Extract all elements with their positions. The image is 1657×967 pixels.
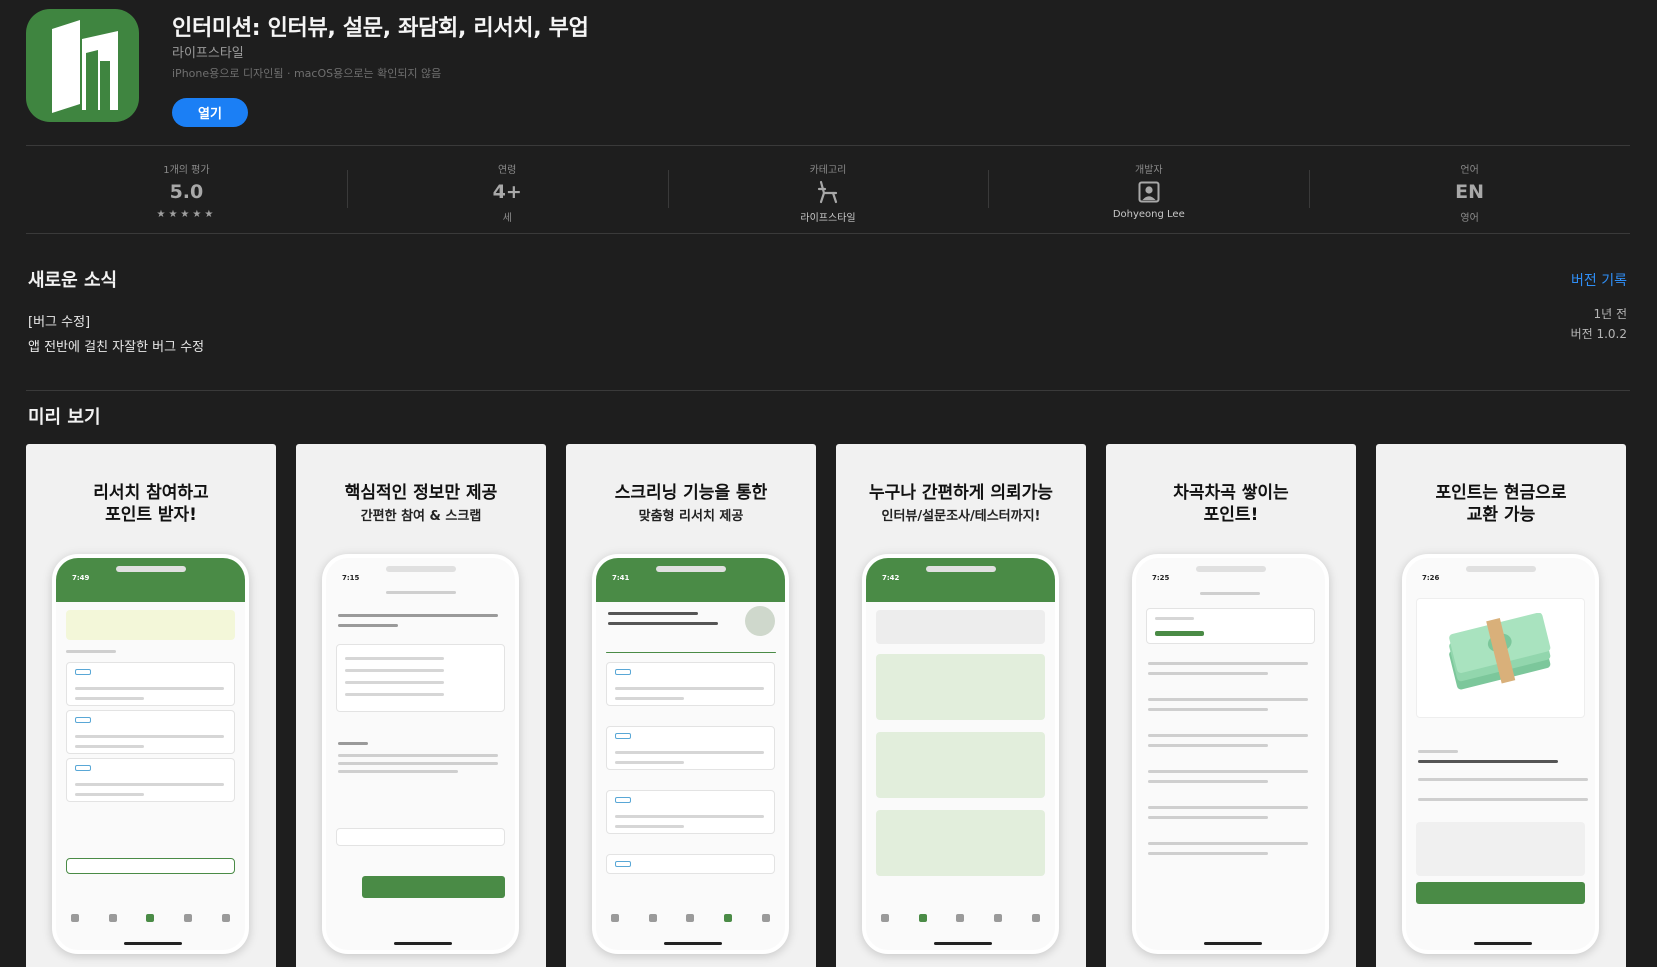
- preview-title: 미리 보기: [28, 407, 101, 428]
- card-heading: 리서치 참여하고: [93, 483, 209, 503]
- news-title: 새로운 소식: [28, 270, 118, 291]
- news-version: 버전 1.0.2: [1570, 327, 1627, 341]
- card-heading: 포인트는 현금으로: [1435, 483, 1567, 503]
- stat-ratings: 1개의 평가 5.0 ★★★★★: [26, 146, 347, 233]
- screenshot-card[interactable]: 스크리닝 기능을 통한 맞춤형 리서치 제공 7:41: [566, 444, 816, 967]
- card-subheading: 인터뷰/설문조사/테스터까지!: [881, 509, 1041, 524]
- app-category[interactable]: 라이프스타일: [172, 42, 244, 61]
- card-heading: 핵심적인 정보만 제공: [344, 483, 498, 503]
- card-heading: 포인트 받자!: [105, 505, 197, 525]
- age-value: 4+: [492, 181, 522, 203]
- phone-mockup: 7:41: [592, 554, 789, 954]
- stat-label: 언어: [1460, 165, 1479, 176]
- person-icon: [1138, 180, 1160, 204]
- version-history-link[interactable]: 버전 기록: [1571, 270, 1627, 290]
- open-button[interactable]: 열기: [172, 98, 248, 127]
- screenshot-card[interactable]: 차곡차곡 쌓이는 포인트! 7:25: [1106, 444, 1356, 967]
- stat-category[interactable]: 카테고리 라이프스타일: [667, 146, 989, 233]
- card-heading: 누구나 간편하게 의뢰가능: [869, 483, 1053, 503]
- divider: [26, 390, 1630, 391]
- screenshot-card[interactable]: 핵심적인 정보만 제공 간편한 참여 & 스크랩 7:15: [296, 444, 546, 967]
- card-heading: 교환 가능: [1466, 505, 1536, 525]
- divider: [26, 233, 1630, 234]
- news-text: 앱 전반에 걸친 자잘한 버그 수정: [28, 340, 205, 355]
- stat-label: 카테고리: [809, 165, 847, 176]
- phone-mockup: 7:26: [1402, 554, 1599, 954]
- phone-mockup: 7:49: [52, 554, 249, 954]
- news-text: [버그 수정]: [28, 315, 91, 330]
- stat-label: 1개의 평가: [163, 165, 210, 176]
- screenshot-card[interactable]: 리서치 참여하고 포인트 받자! 7:49: [26, 444, 276, 967]
- news-date: 1년 전: [1593, 307, 1627, 321]
- developer-name: Dohyeong Lee: [1112, 209, 1185, 220]
- age-sub: 세: [502, 213, 512, 224]
- info-stats: 1개의 평가 5.0 ★★★★★ 연령 4+ 세 카테고리 라이프스타일 개발자…: [26, 146, 1630, 233]
- phone-mockup: 7:25: [1132, 554, 1329, 954]
- category-name: 라이프스타일: [800, 213, 856, 224]
- app-title: 인터미션: 인터뷰, 설문, 좌담회, 리서치, 부업: [172, 16, 589, 41]
- card-heading: 차곡차곡 쌓이는: [1173, 483, 1289, 503]
- card-subheading: 간편한 참여 & 스크랩: [360, 509, 482, 524]
- stat-age: 연령 4+ 세: [346, 146, 668, 233]
- app-icon: [26, 9, 139, 122]
- stat-label: 연령: [497, 165, 517, 176]
- stat-developer[interactable]: 개발자 Dohyeong Lee: [988, 146, 1309, 233]
- chair-icon: [815, 180, 841, 204]
- card-heading: 포인트!: [1203, 505, 1259, 525]
- language-value: EN: [1455, 181, 1485, 203]
- screenshot-card[interactable]: 누구나 간편하게 의뢰가능 인터뷰/설문조사/테스터까지! 7:42: [836, 444, 1086, 967]
- phone-mockup: 7:15: [322, 554, 519, 954]
- stat-language: 언어 EN 영어: [1309, 146, 1630, 233]
- card-subheading: 맞춤형 리서치 제공: [638, 509, 744, 524]
- phone-mockup: 7:42: [862, 554, 1059, 954]
- language-sub: 영어: [1460, 213, 1479, 224]
- screenshot-card[interactable]: 포인트는 현금으로 교환 가능 7:26: [1376, 444, 1626, 967]
- stat-label: 개발자: [1134, 165, 1163, 176]
- rating-value: 5.0: [169, 181, 204, 203]
- card-heading: 스크리닝 기능을 통한: [614, 483, 768, 503]
- rating-stars: ★★★★★: [156, 209, 217, 220]
- money-icon: [1449, 613, 1551, 690]
- compatibility-note: iPhone용으로 디자인됨 · macOS용으로는 확인되지 않음: [172, 67, 442, 80]
